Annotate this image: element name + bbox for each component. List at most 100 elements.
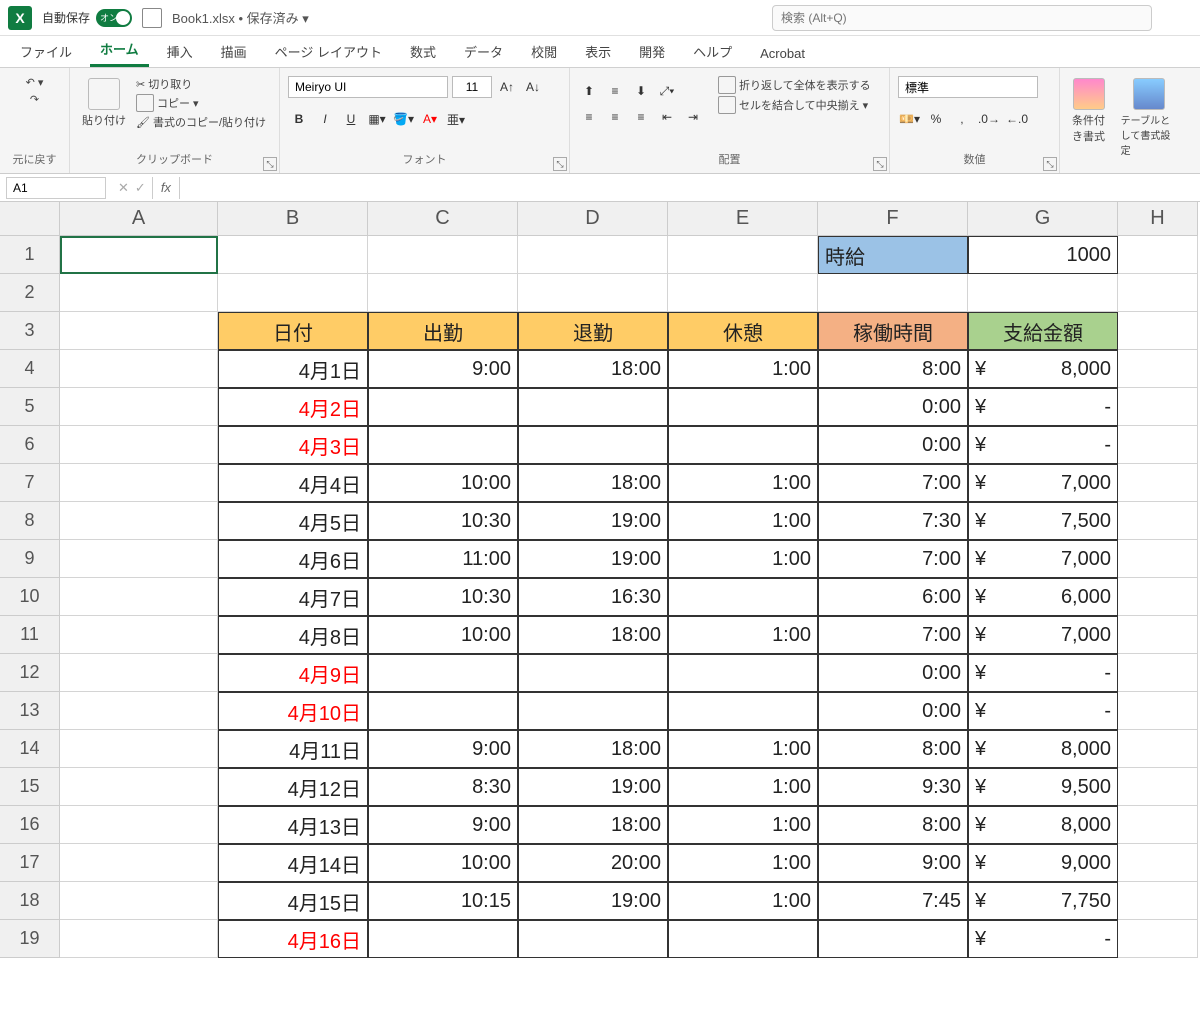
cell[interactable] [1118,464,1198,502]
cell-pay[interactable]: ¥8,000 [968,730,1118,768]
cell-out[interactable]: 18:00 [518,806,668,844]
cell-in[interactable]: 11:00 [368,540,518,578]
row-header-15[interactable]: 15 [0,768,60,806]
row-header-8[interactable]: 8 [0,502,60,540]
cell[interactable] [60,882,218,920]
tab-acrobat[interactable]: Acrobat [750,40,815,67]
cell-in[interactable]: 10:30 [368,502,518,540]
cell-pay[interactable]: ¥7,750 [968,882,1118,920]
cell-date[interactable]: 4月4日 [218,464,368,502]
row-header-16[interactable]: 16 [0,806,60,844]
row-header-19[interactable]: 19 [0,920,60,958]
font-name-select[interactable] [288,76,448,98]
cell-out[interactable]: 19:00 [518,768,668,806]
col-header-A[interactable]: A [60,202,218,236]
inc-decimal-button[interactable]: .0→ [977,108,1001,130]
cell[interactable] [60,426,218,464]
cell[interactable] [60,540,218,578]
cell-date[interactable]: 4月7日 [218,578,368,616]
col-header-F[interactable]: F [818,202,968,236]
col-header-H[interactable]: H [1118,202,1198,236]
phonetic-button[interactable]: 亜▾ [445,108,467,130]
cell-work[interactable]: 7:00 [818,540,968,578]
cell[interactable] [60,350,218,388]
cell-in[interactable] [368,426,518,464]
cell-out[interactable] [518,692,668,730]
col-header-C[interactable]: C [368,202,518,236]
cell-in[interactable]: 9:00 [368,806,518,844]
cell-date[interactable]: 4月15日 [218,882,368,920]
cell-out[interactable] [518,654,668,692]
row-header-10[interactable]: 10 [0,578,60,616]
fx-icon[interactable]: fx [152,177,180,199]
cell[interactable] [968,274,1118,312]
cell-break[interactable] [668,388,818,426]
cell-jikyu-value[interactable]: 1000 [968,236,1118,274]
cell-in[interactable]: 9:00 [368,730,518,768]
row-header-14[interactable]: 14 [0,730,60,768]
cell-pay[interactable]: ¥6,000 [968,578,1118,616]
tab-data[interactable]: データ [454,36,513,67]
indent-inc-button[interactable]: ⇥ [682,106,704,128]
tab-layout[interactable]: ページ レイアウト [265,36,392,67]
cell-date[interactable]: 4月6日 [218,540,368,578]
cell[interactable] [60,616,218,654]
underline-button[interactable]: U [340,108,362,130]
filename[interactable]: Book1.xlsx • 保存済み ▾ [172,8,309,27]
cell-work[interactable]: 0:00 [818,654,968,692]
row-header-2[interactable]: 2 [0,274,60,312]
cell-out[interactable]: 18:00 [518,730,668,768]
cut-button[interactable]: ✂ 切り取り [136,76,266,92]
cell-break[interactable]: 1:00 [668,768,818,806]
cell-pay[interactable]: ¥8,000 [968,350,1118,388]
merge-center-button[interactable]: セルを結合して中央揃え ▾ [718,96,871,114]
cell[interactable] [368,274,518,312]
cell-break[interactable]: 1:00 [668,502,818,540]
cell-date[interactable]: 4月3日 [218,426,368,464]
name-box[interactable] [6,177,106,199]
align-center-button[interactable]: ≡ [604,106,626,128]
cell-break[interactable]: 1:00 [668,806,818,844]
row-header-3[interactable]: 3 [0,312,60,350]
cell[interactable] [668,274,818,312]
cell[interactable] [668,236,818,274]
cell-date[interactable]: 4月14日 [218,844,368,882]
cell-date[interactable]: 4月9日 [218,654,368,692]
align-launcher[interactable]: ⤡ [873,157,887,171]
cell[interactable] [60,730,218,768]
cell-break[interactable]: 1:00 [668,350,818,388]
row-header-4[interactable]: 4 [0,350,60,388]
cell[interactable] [1118,730,1198,768]
paste-button[interactable]: 貼り付け [78,76,130,130]
row-header-12[interactable]: 12 [0,654,60,692]
align-bottom-button[interactable]: ⬇ [630,80,652,102]
italic-button[interactable]: I [314,108,336,130]
cell-work[interactable]: 0:00 [818,692,968,730]
cell-pay[interactable]: ¥8,000 [968,806,1118,844]
row-header-9[interactable]: 9 [0,540,60,578]
cell[interactable] [1118,540,1198,578]
cell-date[interactable]: 4月11日 [218,730,368,768]
cell[interactable] [1118,578,1198,616]
font-color-button[interactable]: A▾ [419,108,441,130]
font-launcher[interactable]: ⤡ [553,157,567,171]
cell[interactable] [1118,882,1198,920]
cell-break[interactable]: 1:00 [668,730,818,768]
tab-insert[interactable]: 挿入 [157,36,203,67]
align-left-button[interactable]: ≡ [578,106,600,128]
cell[interactable] [60,388,218,426]
cell-work[interactable]: 7:45 [818,882,968,920]
cell-work[interactable]: 8:00 [818,350,968,388]
font-size-select[interactable] [452,76,492,98]
tab-review[interactable]: 校閲 [521,36,567,67]
cell-pay[interactable]: ¥7,000 [968,616,1118,654]
cell-break[interactable] [668,578,818,616]
redo-button[interactable]: ↷ [30,93,39,106]
formula-input[interactable] [180,177,1200,199]
undo-button[interactable]: ↶ ▾ [26,76,44,89]
decrease-font-button[interactable]: A↓ [522,76,544,98]
cell-work[interactable]: 6:00 [818,578,968,616]
cell[interactable] [1118,350,1198,388]
row-header-5[interactable]: 5 [0,388,60,426]
tab-help[interactable]: ヘルプ [683,36,742,67]
